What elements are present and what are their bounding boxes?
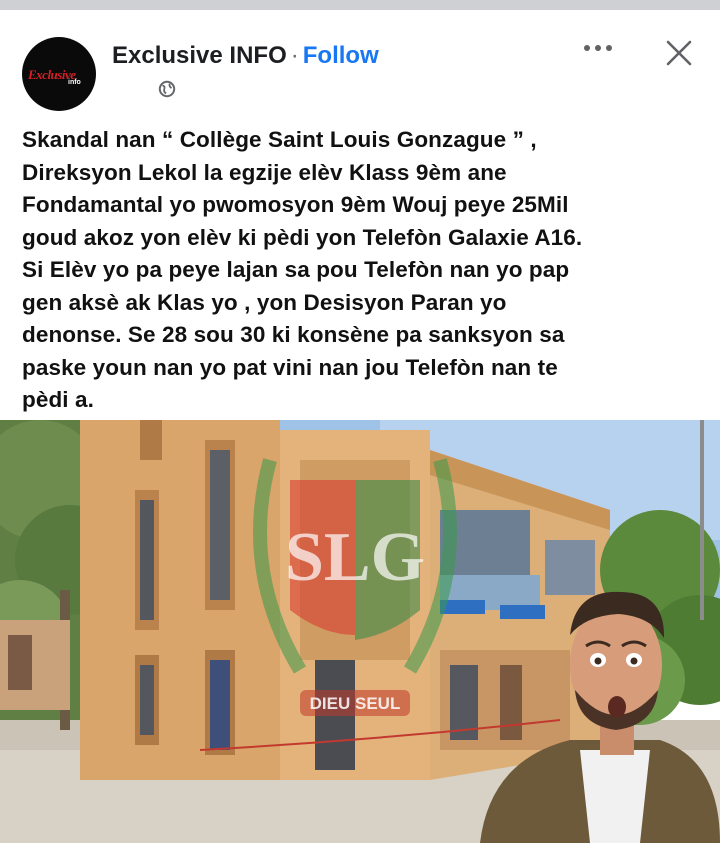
more-horizontal-icon[interactable]	[582, 38, 614, 58]
globe-icon[interactable]	[158, 80, 176, 98]
avatar-logo-subtext: info	[68, 79, 81, 86]
post-photo[interactable]: SLG DIEU SEUL	[0, 420, 720, 843]
watermark-motto: DIEU SEUL	[310, 694, 401, 713]
separator-dot: ·	[290, 42, 299, 69]
page-avatar[interactable]: Exclusive info	[22, 37, 96, 111]
school-building-image: SLG DIEU SEUL	[0, 420, 720, 843]
page-name-row: Exclusive INFO · Follow	[112, 42, 379, 70]
follow-button[interactable]: Follow	[303, 42, 379, 69]
top-divider-bar	[0, 0, 720, 10]
watermark-letters: SLG	[285, 519, 425, 596]
post-body-text: Skandal nan “ Collège Saint Louis Gonzag…	[22, 127, 583, 412]
close-icon[interactable]	[664, 38, 694, 68]
page-name-link[interactable]: Exclusive INFO	[112, 42, 287, 69]
